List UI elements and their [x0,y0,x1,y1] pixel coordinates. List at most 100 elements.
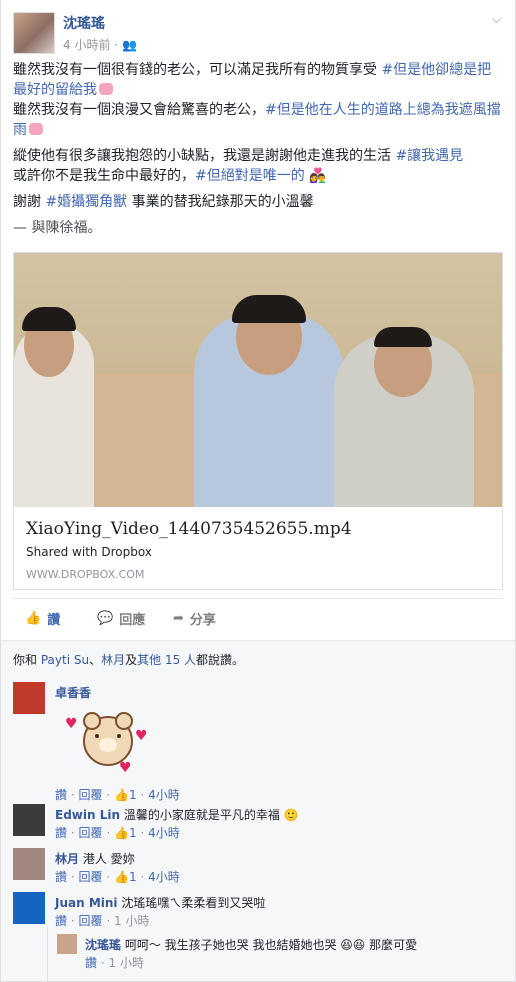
reply-like-link[interactable]: 讚 [85,956,97,970]
comment-meta: 讚 · 回覆 · 1 小時 [55,912,149,929]
comment-text: 沈瑤瑤嘿ㄟ柔柔看到又哭啦 [121,896,266,910]
paragraph-text: 雖然我沒有一個浪漫又會給驚喜的老公， [13,102,265,118]
likes-summary: 你和 Payti Su、林月及其他 15 人都說讚。 [1,640,515,677]
dropbox-link-card[interactable]: XiaoYing_Video_1440735452655.mp4 Shared … [13,252,503,590]
bear-ear [83,712,101,730]
paragraph-text: 雖然我沒有一個很有錢的老公，可以滿足我所有的物質享受 [13,62,382,78]
comment-meta: 讚 · 回覆 · 👍1 · 4小時 [55,786,180,803]
comment-text: 港人 愛妳 [82,852,135,866]
chevron-down-icon[interactable]: ⌵ [492,12,501,27]
meta-sep: · [140,826,145,840]
meta-sep: · [70,788,75,802]
video-thumbnail[interactable] [14,253,502,507]
comment-like-count[interactable]: 1 [129,870,137,884]
meta-sep: · [140,870,145,884]
commenter-avatar[interactable] [13,804,45,836]
heart-icon: ♥ [65,716,78,732]
commenter-avatar[interactable] [13,848,45,880]
comment-time[interactable]: 4小時 [148,826,180,840]
thumbs-up-icon: 👍 [114,870,129,884]
meta-sep: · [70,826,75,840]
hair [232,295,306,323]
couple-emoji-icon: 👩‍❤️‍👨 [309,168,327,184]
meta-separator: · [114,38,119,52]
heart-emoji-icon [99,83,113,95]
comment-time[interactable]: 4小時 [148,788,180,802]
reply-thread-line [47,926,48,981]
thumbs-up-icon: 👍 [114,788,129,802]
paragraph-text: 謝謝 [13,194,46,210]
comment-button[interactable]: 💬 回應 [97,609,145,628]
like-label: 讚 [47,613,61,628]
post-header: 沈瑤瑤 4 小時前 · 👥 ⌵ [13,10,503,54]
paragraph-text: 縱使他有很多讓我抱怨的小缺點，我還是謝謝他走進我的生活 [13,148,396,164]
share-label: 分享 [189,613,216,628]
bear-eye [117,734,121,738]
friends-privacy-icon: 👥 [121,38,137,52]
meta-sep: · [70,914,75,928]
comment-time[interactable]: 1 小時 [114,914,149,928]
heart-emoji-icon [29,123,43,135]
comment-like-link[interactable]: 讚 [55,870,67,884]
liker-link[interactable]: Payti Su [41,653,89,667]
commenter-name[interactable]: 卓香香 [55,686,91,700]
commenter-avatar[interactable] [13,682,45,714]
likes-prefix: 你和 [13,653,38,667]
thumbs-up-icon: 👍 [25,611,42,626]
comment-text: 溫馨的小家庭就是平凡的幸福 🙂 [123,808,299,822]
reply-time[interactable]: 1 小時 [109,956,144,970]
comment-time[interactable]: 4小時 [148,870,180,884]
meta-sep: · [106,788,111,802]
author-name[interactable]: 沈瑤瑤 [63,13,105,33]
link-subtitle: Shared with Dropbox [26,545,152,559]
others-likes-link[interactable]: 其他 15 人 [137,653,196,667]
hashtag-link[interactable]: #讓我遇見 [395,148,463,164]
comment-line: 卓香香 [55,684,91,701]
share-button[interactable]: ➦ 分享 [173,609,216,628]
like-button[interactable]: 👍 讚 [25,609,60,628]
commenter-avatar[interactable] [13,892,45,924]
comment-like-link[interactable]: 讚 [55,788,67,802]
hair [22,307,76,331]
comment-line: Edwin Lin 溫馨的小家庭就是平凡的幸福 🙂 [55,806,299,823]
comment-reply-link[interactable]: 回覆 [79,870,103,884]
link-title[interactable]: XiaoYing_Video_1440735452655.mp4 [26,519,352,539]
post-time[interactable]: 4 小時前 [63,38,110,52]
heart-icon: ♥ [135,728,148,744]
likes-sep: 、 [89,653,102,667]
comment-meta: 讚 · 回覆 · 👍1 · 4小時 [55,824,180,841]
commenter-name[interactable]: 林月 [55,852,79,866]
comment-like-link[interactable]: 讚 [55,826,67,840]
hashtag-link[interactable]: #但絕對是唯一的 [195,168,305,184]
comment-reply-link[interactable]: 回覆 [79,788,103,802]
meta-sep: · [106,826,111,840]
paragraph-text: 事業的替我紀錄那天的小溫馨 [127,194,314,210]
author-avatar[interactable] [13,12,55,54]
comment-reply-link[interactable]: 回覆 [79,826,103,840]
meta-sep: · [106,870,111,884]
commenter-name[interactable]: Edwin Lin [55,808,120,822]
comments-section: 卓香香 ♥ ♥ ♥ 讚 · 回覆 · 👍1 · 4小時 Edwin Lin 溫馨… [1,676,515,981]
post-paragraph-1: 雖然我沒有一個很有錢的老公，可以滿足我所有的物質享受 #但是他卻總是把最好的留給… [13,60,503,140]
post-actions: 👍 讚 💬 回應 ➦ 分享 [13,598,503,639]
bear-muzzle [99,738,117,752]
replier-name[interactable]: 沈瑤瑤 [85,938,121,952]
reply-line: 沈瑤瑤 呵呵～ 我生孩子她也哭 我也結婚她也哭 😆😆 那麼可愛 [85,936,417,953]
bear-ear [115,712,133,730]
post-text: 雖然我沒有一個很有錢的老公，可以滿足我所有的物質享受 #但是他卻總是把最好的留給… [13,60,503,244]
replier-avatar[interactable] [57,934,77,954]
liker-link[interactable]: 林月 [101,653,125,667]
commenter-name[interactable]: Juan Mini [55,896,118,910]
comment-like-link[interactable]: 讚 [55,914,67,928]
hashtag-link[interactable]: #婚攝獨角獸 [45,194,127,210]
post-paragraph-2: 縱使他有很多讓我抱怨的小缺點，我還是謝謝他走進我的生活 #讓我遇見 或許你不是我… [13,146,503,186]
comment-reply-link[interactable]: 回覆 [79,914,103,928]
comment-line: Juan Mini 沈瑤瑤嘿ㄟ柔柔看到又哭啦 [55,894,265,911]
hair [374,327,432,347]
tagged-with[interactable]: — 與陳徐福。 [13,218,503,238]
post-paragraph-3: 謝謝 #婚攝獨角獸 事業的替我紀錄那天的小溫馨 [13,192,503,212]
bear-sticker: ♥ ♥ ♥ [61,706,148,776]
comment-like-count[interactable]: 1 [129,826,137,840]
comment-like-count[interactable]: 1 [129,788,137,802]
share-arrow-icon: ➦ [173,611,184,626]
